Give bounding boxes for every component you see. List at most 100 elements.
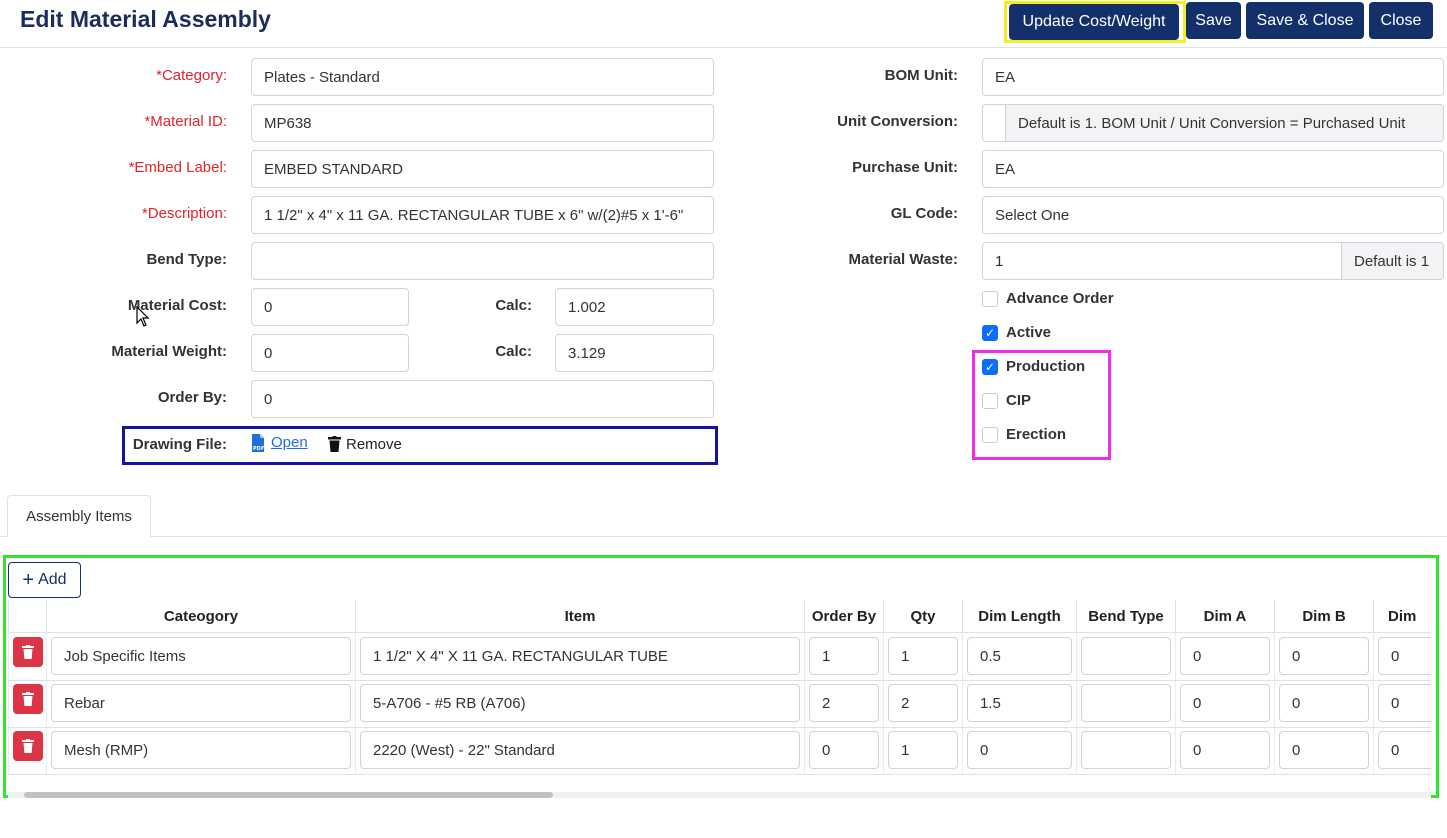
qty-cell[interactable]: 1: [888, 731, 958, 769]
description-field[interactable]: 1 1/2" x 4" x 11 GA. RECTANGULAR TUBE x …: [251, 196, 714, 234]
row-divider: [8, 774, 1431, 775]
material-id-label: *Material ID:: [144, 113, 227, 130]
dim-c-cell[interactable]: 0: [1378, 731, 1431, 769]
dim-a-cell[interactable]: 0: [1180, 684, 1270, 722]
purchase-unit-field[interactable]: EA: [982, 150, 1444, 188]
dim-b-cell[interactable]: 0: [1279, 684, 1369, 722]
bom-unit-label: BOM Unit:: [884, 67, 958, 84]
advance-order-checkbox[interactable]: [982, 291, 998, 307]
column-header-dim-length[interactable]: Dim Length: [963, 600, 1077, 633]
gl-code-select[interactable]: Select One: [982, 196, 1444, 234]
dim-b-cell[interactable]: 0: [1279, 731, 1369, 769]
embed-label-field[interactable]: EMBED STANDARD: [251, 150, 714, 188]
erection-label: Erection: [1006, 426, 1067, 443]
advance-order-label: Advance Order: [1006, 290, 1114, 307]
svg-text:PDF: PDF: [253, 446, 264, 452]
column-header-bend-type[interactable]: Bend Type: [1077, 600, 1176, 633]
column-header-order-by[interactable]: Order By: [805, 600, 884, 633]
category-field[interactable]: Plates - Standard: [251, 58, 714, 96]
bend-type-label: Bend Type:: [146, 251, 227, 268]
material-id-field[interactable]: MP638: [251, 104, 714, 142]
assembly-items-grid: Cateogory Item Order By Qty Dim Length B…: [8, 600, 1431, 775]
trash-icon[interactable]: [328, 436, 341, 452]
material-waste-field[interactable]: 1: [982, 242, 1342, 280]
purchase-unit-label: Purchase Unit:: [852, 159, 958, 176]
mouse-cursor-icon: [136, 306, 150, 327]
dim-length-cell[interactable]: 0: [967, 731, 1072, 769]
dim-b-cell[interactable]: 0: [1279, 637, 1369, 675]
delete-row-button[interactable]: [13, 684, 43, 714]
dim-a-cell[interactable]: 0: [1180, 637, 1270, 675]
dim-c-cell[interactable]: 0: [1378, 637, 1431, 675]
order-by-field[interactable]: 0: [251, 380, 714, 418]
qty-cell[interactable]: 2: [888, 684, 958, 722]
material-cost-label: Material Cost:: [127, 297, 227, 314]
item-cell[interactable]: 2220 (West) - 22" Standard: [360, 731, 800, 769]
qty-cell[interactable]: 1: [888, 637, 958, 675]
bend-type-cell[interactable]: [1081, 637, 1171, 675]
open-drawing-link[interactable]: Open: [271, 434, 308, 451]
horizontal-scrollbar-thumb[interactable]: [24, 792, 553, 798]
add-item-label: Add: [38, 571, 67, 588]
trash-icon: [22, 739, 34, 753]
description-label: *Description:: [141, 205, 227, 222]
cip-checkbox[interactable]: [982, 393, 998, 409]
column-header-dim-b[interactable]: Dim B: [1275, 600, 1374, 633]
production-checkbox[interactable]: ✓: [982, 359, 998, 375]
active-label: Active: [1006, 324, 1052, 341]
trash-icon: [22, 692, 34, 706]
category-cell[interactable]: Rebar: [51, 684, 351, 722]
column-header-dim-c[interactable]: Dim: [1374, 600, 1431, 633]
save-button[interactable]: Save: [1186, 2, 1241, 39]
bend-type-cell[interactable]: [1081, 731, 1171, 769]
dim-c-cell[interactable]: 0: [1378, 684, 1431, 722]
add-item-button[interactable]: + Add: [8, 562, 81, 598]
material-weight-calc-field[interactable]: 3.129: [555, 334, 714, 372]
active-checkbox[interactable]: ✓: [982, 325, 998, 341]
remove-drawing-button[interactable]: Remove: [346, 436, 402, 453]
order-by-label: Order By:: [157, 389, 227, 406]
order-by-cell[interactable]: 0: [809, 731, 879, 769]
update-cost-weight-button[interactable]: Update Cost/Weight: [1009, 4, 1179, 40]
close-button[interactable]: Close: [1369, 2, 1433, 39]
drawing-file-label: Drawing File:: [132, 436, 227, 453]
category-cell[interactable]: Job Specific Items: [51, 637, 351, 675]
material-weight-calc-label: Calc:: [495, 343, 532, 360]
delete-row-button[interactable]: [13, 637, 43, 667]
column-header-item[interactable]: Item: [356, 600, 805, 633]
material-waste-label: Material Waste:: [848, 251, 958, 268]
column-header-qty[interactable]: Qty: [884, 600, 963, 633]
pdf-file-icon: PDF: [252, 434, 264, 452]
bom-unit-field[interactable]: EA: [982, 58, 1444, 96]
order-by-cell[interactable]: 1: [809, 637, 879, 675]
column-header-dim-a[interactable]: Dim A: [1176, 600, 1275, 633]
header-divider: [0, 47, 1447, 48]
column-header-category[interactable]: Cateogory: [47, 600, 356, 633]
material-cost-calc-field[interactable]: 1.002: [555, 288, 714, 326]
item-cell[interactable]: 1 1/2" X 4" X 11 GA. RECTANGULAR TUBE: [360, 637, 800, 675]
order-by-cell[interactable]: 2: [809, 684, 879, 722]
gl-code-label: GL Code:: [890, 205, 958, 222]
material-weight-label: Material Weight:: [111, 343, 227, 360]
tab-divider: [0, 536, 1447, 537]
bend-type-field[interactable]: [251, 242, 714, 280]
save-close-button[interactable]: Save & Close: [1246, 2, 1364, 39]
column-header-actions: [8, 600, 47, 633]
production-label: Production: [1006, 358, 1086, 375]
item-cell[interactable]: 5-A706 - #5 RB (A706): [360, 684, 800, 722]
unit-conversion-hint: Default is 1. BOM Unit / Unit Conversion…: [1005, 104, 1444, 142]
category-cell[interactable]: Mesh (RMP): [51, 731, 351, 769]
unit-conversion-label: Unit Conversion:: [837, 113, 958, 130]
trash-icon: [22, 645, 34, 659]
tab-assembly-items[interactable]: Assembly Items: [7, 495, 151, 537]
material-cost-field[interactable]: 0: [251, 288, 409, 326]
dim-length-cell[interactable]: 1.5: [967, 684, 1072, 722]
cip-label: CIP: [1006, 392, 1032, 409]
dim-length-cell[interactable]: 0.5: [967, 637, 1072, 675]
delete-row-button[interactable]: [13, 731, 43, 761]
dim-a-cell[interactable]: 0: [1180, 731, 1270, 769]
plus-icon: +: [22, 569, 35, 591]
material-weight-field[interactable]: 0: [251, 334, 409, 372]
bend-type-cell[interactable]: [1081, 684, 1171, 722]
erection-checkbox[interactable]: [982, 427, 998, 443]
